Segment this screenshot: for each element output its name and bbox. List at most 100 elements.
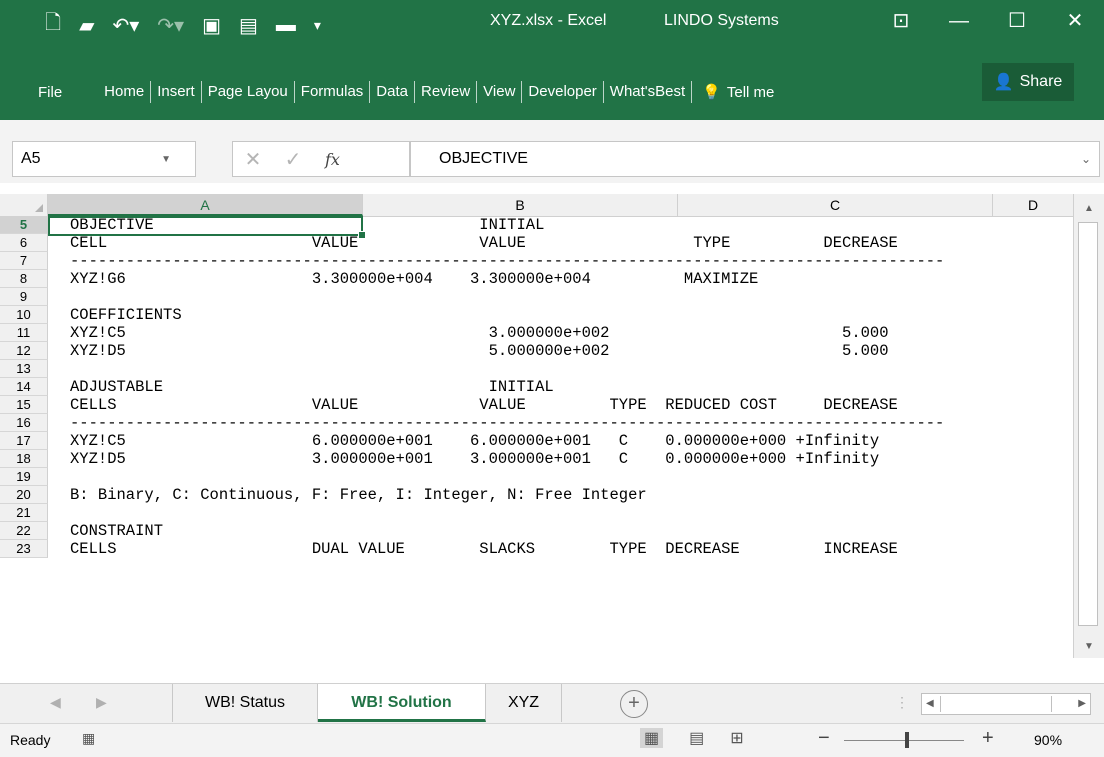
- page-break-view-icon[interactable]: ⊞: [730, 728, 743, 748]
- open-icon[interactable]: ▬: [276, 14, 296, 37]
- minimize-icon[interactable]: —: [930, 6, 988, 36]
- save-as-icon[interactable]: ▤: [239, 13, 258, 38]
- tab-review[interactable]: Review: [415, 81, 478, 103]
- row-header[interactable]: 6: [0, 234, 48, 252]
- scroll-thumb[interactable]: [1078, 222, 1098, 626]
- open-folder-icon[interactable]: ▰: [79, 13, 94, 38]
- window-title: XYZ.xlsx - Excel: [490, 12, 607, 29]
- tab-page-layout[interactable]: Page Layou: [202, 81, 295, 103]
- tab-home[interactable]: Home: [98, 81, 152, 103]
- tab-formulas[interactable]: Formulas: [295, 81, 371, 103]
- table-row[interactable]: B: Binary, C: Continuous, F: Free, I: In…: [48, 486, 1072, 504]
- share-button[interactable]: 👤 Share: [982, 63, 1074, 101]
- tab-insert[interactable]: Insert: [151, 81, 202, 103]
- table-row[interactable]: [48, 360, 1072, 378]
- maximize-icon[interactable]: ☐: [988, 6, 1046, 36]
- table-row[interactable]: XYZ!D5 3.000000e+001 3.000000e+001 C 0.0…: [48, 450, 1072, 468]
- prev-sheet-icon[interactable]: ◀: [50, 694, 61, 711]
- table-row[interactable]: CONSTRAINT: [48, 522, 1072, 540]
- row-header[interactable]: 11: [0, 324, 48, 342]
- scroll-down-icon[interactable]: ▼: [1074, 636, 1104, 658]
- scroll-up-icon[interactable]: ▲: [1074, 198, 1104, 220]
- formula-value: OBJECTIVE: [439, 150, 528, 167]
- row-header[interactable]: 14: [0, 378, 48, 396]
- insert-function-icon[interactable]: fx: [325, 150, 340, 169]
- next-sheet-icon[interactable]: ▶: [96, 694, 107, 711]
- tab-file[interactable]: File: [38, 84, 62, 101]
- row-header[interactable]: 15: [0, 396, 48, 414]
- name-box-dropdown-icon[interactable]: ▼: [161, 154, 171, 165]
- normal-view-icon[interactable]: ▦: [640, 728, 664, 748]
- table-row[interactable]: CELL VALUE VALUE TYPE DECREASE: [48, 234, 1072, 252]
- sheet-tab-wb-solution[interactable]: WB! Solution: [318, 684, 486, 722]
- row-header[interactable]: 9: [0, 288, 48, 306]
- undo-icon[interactable]: ↶▾: [112, 13, 139, 38]
- zoom-in-icon[interactable]: +: [982, 727, 994, 750]
- cancel-icon[interactable]: ✕: [233, 147, 273, 172]
- scroll-left-icon[interactable]: ◀: [926, 694, 934, 714]
- row-header[interactable]: 16: [0, 414, 48, 432]
- select-all-corner[interactable]: [0, 194, 48, 216]
- worksheet-grid[interactable]: A B C D 5 6 7 8 9 10 11 12 13 14 15 16 17 18 19 20 21 22 2…: [0, 194, 1104, 658]
- name-box[interactable]: A5 ▼: [12, 141, 196, 177]
- table-row[interactable]: COEFFICIENTS: [48, 306, 1072, 324]
- row-header[interactable]: 10: [0, 306, 48, 324]
- table-row[interactable]: ADJUSTABLE INITIAL: [48, 378, 1072, 396]
- sheet-tab-xyz[interactable]: XYZ: [486, 684, 562, 722]
- row-header[interactable]: 12: [0, 342, 48, 360]
- horizontal-scrollbar[interactable]: ◀ ▶: [921, 693, 1091, 715]
- table-row[interactable]: [48, 288, 1072, 306]
- formula-input[interactable]: OBJECTIVE ⌄: [410, 141, 1100, 177]
- row-header[interactable]: 13: [0, 360, 48, 378]
- column-header-b[interactable]: B: [363, 194, 678, 216]
- row-header[interactable]: 20: [0, 486, 48, 504]
- ribbon-display-icon[interactable]: ⊡: [872, 6, 930, 36]
- table-row[interactable]: CELLS DUAL VALUE SLACKS TYPE DECREASE IN…: [48, 540, 1072, 558]
- new-file-icon[interactable]: 🗋: [45, 8, 61, 42]
- close-icon[interactable]: ✕: [1046, 6, 1104, 36]
- zoom-slider-knob[interactable]: [905, 732, 909, 748]
- column-header-d[interactable]: D: [993, 194, 1074, 216]
- table-row[interactable]: XYZ!G6 3.300000e+004 3.300000e+004 MAXIM…: [48, 270, 1072, 288]
- row-header[interactable]: 21: [0, 504, 48, 522]
- tab-data[interactable]: Data: [370, 81, 415, 103]
- tell-me-box[interactable]: 💡 Tell me: [702, 83, 774, 102]
- row-header[interactable]: 7: [0, 252, 48, 270]
- table-row[interactable]: XYZ!D5 5.000000e+002 5.000: [48, 342, 1072, 360]
- tab-split-handle-icon[interactable]: ⋮: [895, 694, 909, 711]
- sheet-tab-wb-status[interactable]: WB! Status: [172, 684, 318, 722]
- row-header[interactable]: 23: [0, 540, 48, 558]
- zoom-out-icon[interactable]: −: [818, 727, 830, 750]
- zoom-slider[interactable]: [844, 740, 964, 741]
- tab-developer[interactable]: Developer: [522, 81, 604, 103]
- h-scroll-thumb[interactable]: [940, 696, 1052, 712]
- column-header-a[interactable]: A: [48, 194, 363, 216]
- redo-icon[interactable]: ↷▾: [157, 13, 184, 38]
- expand-formula-icon[interactable]: ⌄: [1081, 152, 1091, 166]
- page-layout-view-icon[interactable]: ▤: [689, 728, 704, 748]
- save-icon[interactable]: ▣: [202, 13, 221, 38]
- customize-icon[interactable]: ▾: [314, 17, 321, 34]
- table-row[interactable]: [48, 504, 1072, 522]
- table-row[interactable]: XYZ!C5 3.000000e+002 5.000: [48, 324, 1072, 342]
- table-row[interactable]: ----------------------------------------…: [48, 252, 1072, 270]
- row-header[interactable]: 17: [0, 432, 48, 450]
- row-header[interactable]: 5: [0, 216, 48, 234]
- table-row[interactable]: ----------------------------------------…: [48, 414, 1072, 432]
- macro-recording-icon[interactable]: ▦: [82, 730, 95, 747]
- table-row[interactable]: XYZ!C5 6.000000e+001 6.000000e+001 C 0.0…: [48, 432, 1072, 450]
- table-row[interactable]: [48, 468, 1072, 486]
- enter-icon[interactable]: ✓: [273, 147, 313, 172]
- zoom-level[interactable]: 90%: [1034, 732, 1062, 748]
- tab-whatsbest[interactable]: What'sBest: [604, 81, 693, 103]
- row-header[interactable]: 18: [0, 450, 48, 468]
- scroll-right-icon[interactable]: ▶: [1078, 694, 1086, 714]
- vertical-scrollbar[interactable]: ▲ ▼: [1073, 194, 1104, 658]
- tab-view[interactable]: View: [477, 81, 523, 103]
- row-header[interactable]: 19: [0, 468, 48, 486]
- add-sheet-icon[interactable]: +: [620, 690, 648, 718]
- column-header-c[interactable]: C: [678, 194, 993, 216]
- table-row[interactable]: CELLS VALUE VALUE TYPE REDUCED COST DECR…: [48, 396, 1072, 414]
- row-header[interactable]: 8: [0, 270, 48, 288]
- row-header[interactable]: 22: [0, 522, 48, 540]
